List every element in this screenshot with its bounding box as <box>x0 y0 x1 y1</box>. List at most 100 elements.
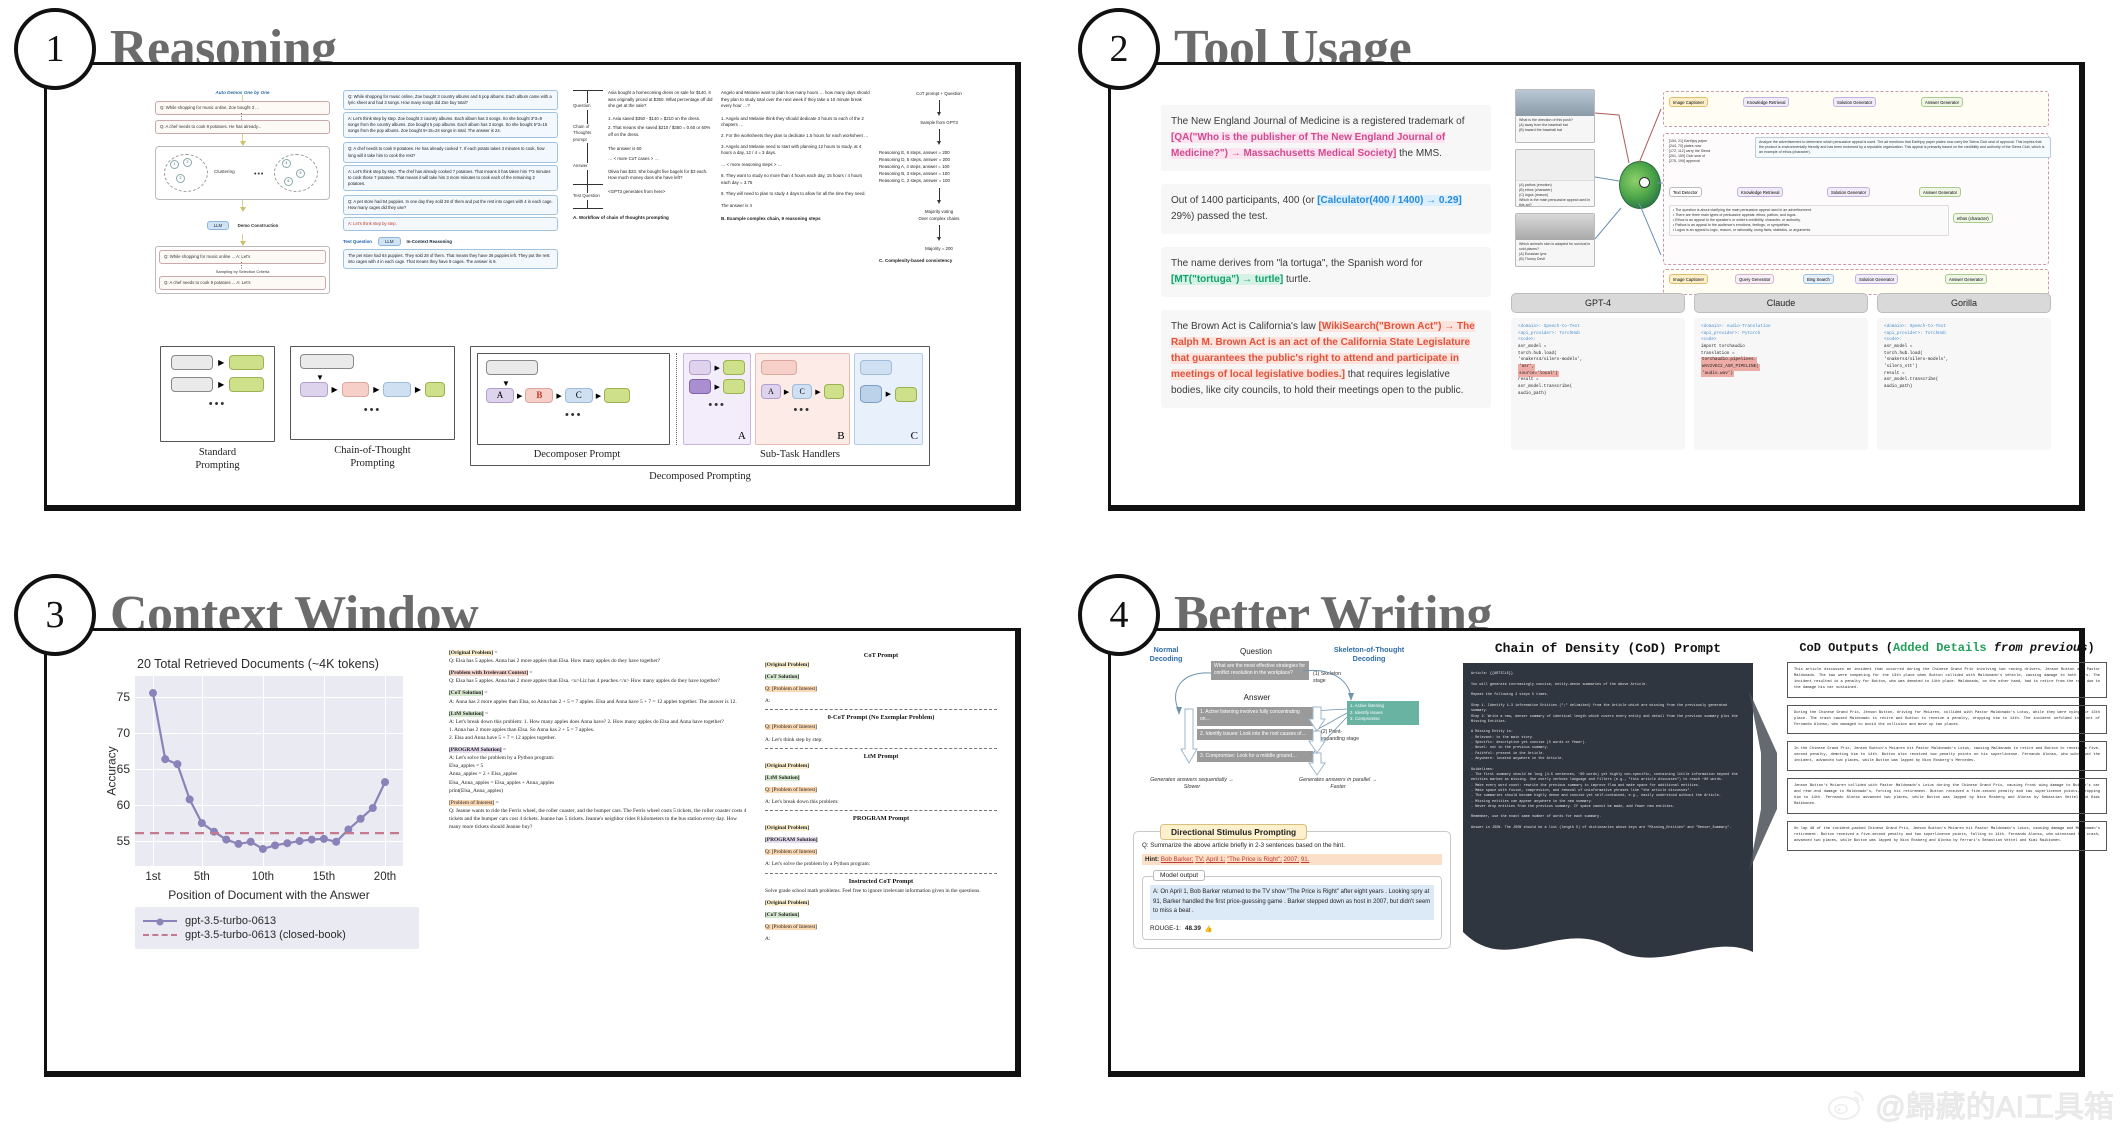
demo-answer-1: A: Let's think step by step. Zoe bought … <box>343 112 558 139</box>
pipeline-node: Solution Generator <box>1855 274 1899 285</box>
prompt-template: CoT Prompt [Original Problem] [CoT Solut… <box>765 652 899 705</box>
model-name: Claude <box>1694 293 1868 313</box>
in-context-answer: The pet store had 64 puppies. They sold … <box>343 249 558 270</box>
chart-series <box>135 689 403 853</box>
rouge-value: 48.39 <box>1184 925 1201 933</box>
legend-entry: gpt-3.5-turbo-0613 <box>143 915 411 927</box>
consistency-column: CoT prompt + Question Sample from GPT3 R… <box>879 90 999 263</box>
cot-answer: The answer is 60 <box>608 145 642 151</box>
model-output-label: Model output <box>1153 869 1206 881</box>
ellipsis-dots: ••• <box>363 404 382 417</box>
prompting-comparison: ▶ ▶ ••• Standard Prompting ▼ ▶ ▶ ▶ ••• C… <box>160 346 990 486</box>
dsp-question: Q: Summarize the above article briefly i… <box>1142 842 1345 849</box>
cot-generates: <GPT3 generates from here> <box>608 189 666 195</box>
panel-context-window: 3 Context Window 20 Total Retrieved Docu… <box>0 566 1064 1132</box>
majority-result: Majority = 200 <box>925 246 953 252</box>
panel-4-number: 4 <box>1078 574 1160 656</box>
pipeline-node: Solution Generator <box>1833 97 1877 108</box>
model-column: Gorilla <domain>: Speech-to-Text <api_pr… <box>1877 293 2051 450</box>
pipeline-node: Image Captioner <box>1669 274 1708 285</box>
chart-point <box>173 760 182 769</box>
tool-example-pre: The New England Journal of Medicine is a… <box>1171 116 1465 127</box>
reasoning-row: Reasoning D, 5 steps, answer = 200 <box>879 157 950 163</box>
cod-title: Chain of Density (CoD) Prompt <box>1494 641 1722 656</box>
legend-swatch-dashed <box>143 934 177 936</box>
prompt-component: [CoT Solution] = A: Anna has 2 more appl… <box>449 690 737 705</box>
chart-ytick: 55 <box>116 834 130 849</box>
chart-point <box>185 795 194 804</box>
dsp-answer: A: On April 1, Bob Barker returned to th… <box>1150 884 1434 920</box>
chart-point <box>222 835 231 844</box>
chart-legend: gpt-3.5-turbo-0613 gpt-3.5-turbo-0613 (c… <box>135 907 419 949</box>
dsp-title: Directional Stimulus Prompting <box>1160 824 1308 840</box>
chain-of-density-prompt: Chain of Density (CoD) Prompt Article: {… <box>1463 641 1753 972</box>
majority-voting-label: Majority voting <box>924 209 954 215</box>
chart-point <box>319 834 328 843</box>
auto-cot-column: Auto Demos One by One Q: While shopping … <box>155 90 330 328</box>
cod-output-card: On lap 48 of the incident-packed Chinese… <box>1787 820 2107 851</box>
subtask-letter-b: B <box>525 388 554 404</box>
pipeline-answer-chip: ethos (character) <box>1953 213 1993 224</box>
prompt-template: LtM Prompt [Original Problem] [LtM Solut… <box>765 752 899 805</box>
demo-answer-3: A: Let's think step by step. <box>343 217 558 232</box>
flow-arrow-icon <box>1749 691 1777 871</box>
pipeline-node: Knowledge Retrieval <box>1743 97 1790 108</box>
tool-example-post: the MMS. <box>1396 148 1442 159</box>
legend-swatch-line <box>143 918 177 926</box>
chart-point <box>234 839 243 848</box>
pipeline-node: Image Captioner <box>1669 97 1708 108</box>
directional-stimulus-prompting: Directional Stimulus Prompting Q: Summar… <box>1133 824 1451 949</box>
note-sequential: Generates answers sequentially → Slower <box>1150 777 1234 791</box>
prompt-component: [PROGRAM Solution] = A: Let's solve the … <box>449 747 555 794</box>
pipeline-node: Query Generator <box>1735 274 1775 285</box>
model-column: Claude <domain>: Audio-Translation <api_… <box>1694 293 1868 450</box>
chart-title: 20 Total Retrieved Documents (~4K tokens… <box>137 657 379 671</box>
selected-demo-2: Q: A chef needs to cook 9 potatoes ... A… <box>159 275 326 290</box>
subtask-letter-a: A <box>486 388 514 404</box>
complex-step-8: 8. They want to study no more than 4 hou… <box>721 173 863 186</box>
chart-point <box>295 837 304 846</box>
subtask-letter-c: C <box>564 388 593 404</box>
tool-example-pre: The name derives from "la tortuga", the … <box>1171 258 1423 269</box>
pipeline-analysis-text: Analyze the advertisement to determine w… <box>1755 137 2051 159</box>
prompt-component: [Problem of Interest] = Q: Jeanne wants … <box>449 799 747 831</box>
llm-chip-demo: LLM <box>377 237 401 247</box>
cod-output-card: This article discusses an incident that … <box>1787 662 2107 698</box>
panel-tool-usage: 2 Tool Usage The New England Journal of … <box>1064 0 2128 566</box>
tool-example-post: turtle. <box>1283 274 1312 285</box>
chart-point <box>149 689 157 698</box>
label-decomposer-prompt: Decomposer Prompt <box>533 449 621 460</box>
thumbs-up-icon: 👍 <box>1204 925 1213 933</box>
label-cot-prompt: Chain of Thoughts prompt <box>573 123 592 142</box>
caption-b: B. Example complex chain, 9 reasoning st… <box>721 215 821 221</box>
chart-ytick: 75 <box>116 690 130 705</box>
model-code: <domain>: Speech-to-Text <api_provider>:… <box>1877 318 2051 450</box>
cot-step-2: 2. That means she saved $210 / $350 = 0.… <box>608 125 711 138</box>
demo-question-1: Q: While shopping for music online, Zoe … <box>343 90 558 111</box>
chart-point <box>197 819 206 828</box>
cot-workflow-column: Question Chain of Thoughts prompt Answer… <box>573 90 713 220</box>
chart-point <box>283 839 292 848</box>
panel-1-number: 1 <box>14 8 96 90</box>
chart-ytick: 70 <box>116 726 130 741</box>
ellipsis-dots: ••• <box>564 409 583 422</box>
pipeline-node: Bing Search <box>1803 274 1834 285</box>
auto-demo-header: Auto Demos One by One <box>215 90 270 95</box>
panel-1-frame: Auto Demos One by One Q: While shopping … <box>44 62 1021 511</box>
lost-in-middle-chart: 20 Total Retrieved Documents (~4K tokens… <box>83 657 433 957</box>
cod-outputs: CoD Outputs (Added Details from previous… <box>1787 641 2107 858</box>
tool-example-call: [MT("tortuga") → turtle] <box>1171 274 1284 285</box>
pipeline-bullets: • The question is about clarifying the m… <box>1669 205 1949 237</box>
panel-2-number: 2 <box>1078 8 1160 90</box>
pipeline-node: Answer Generator <box>1921 97 1963 108</box>
demo-construction-label: Demo Construction <box>237 222 279 228</box>
reasoning-row: Reasoning C, 2 steps, answer = 100 <box>879 178 950 184</box>
complex-question: Angelo and Melanie want to plan how many… <box>721 90 870 109</box>
complex-chain-column: Angelo and Melanie want to plan how many… <box>721 90 871 221</box>
chart-point <box>246 837 255 846</box>
model-column: GPT-4 <domain>: Speech-to-Text <api_prov… <box>1511 293 1685 450</box>
model-code: <domain>: Audio-Translation <api_provide… <box>1694 318 1868 450</box>
label-answer: Answer <box>573 163 588 169</box>
demo-question-3: Q: A pet store had 64 puppies. In one da… <box>343 194 558 216</box>
pipeline-node: Solution Generator <box>1827 187 1871 198</box>
